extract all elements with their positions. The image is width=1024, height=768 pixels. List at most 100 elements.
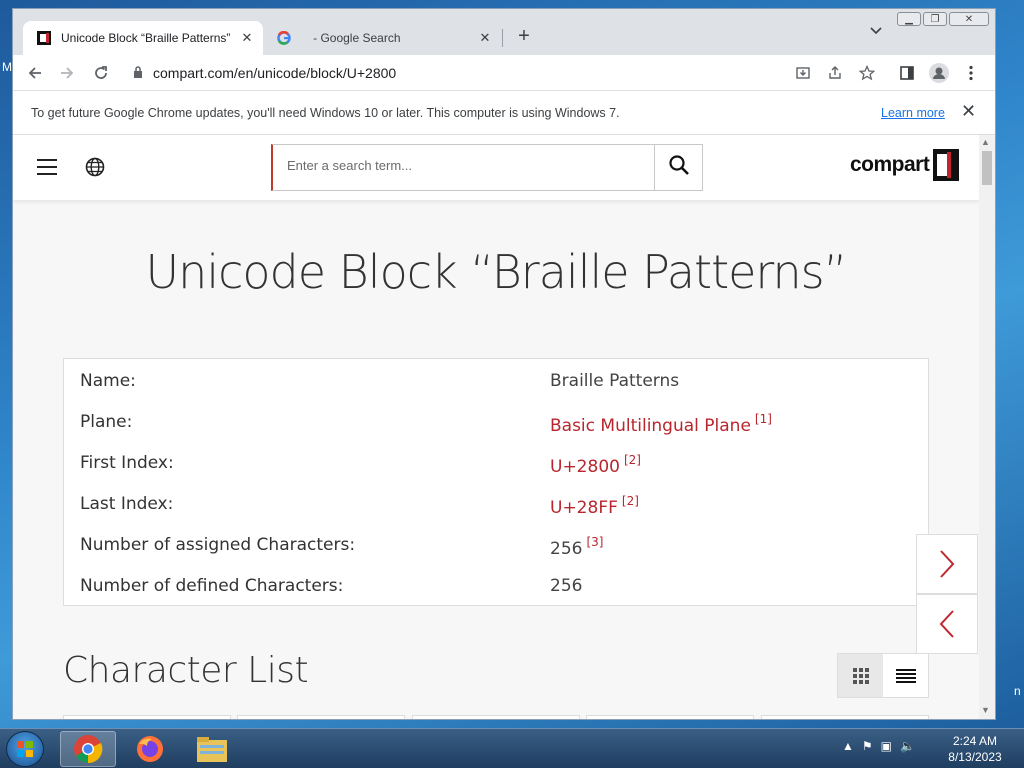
grid-view-button[interactable] [838,654,883,697]
globe-icon[interactable] [85,157,105,177]
taskbar-firefox[interactable] [122,731,178,767]
taskbar: ▲ ⚑ ▣ 🔈 2:24 AM 8/13/2023 [0,728,1024,768]
address-bar[interactable]: compart.com/en/unicode/block/U+2800 [125,59,825,87]
grid-icon [852,667,869,684]
site-search-box [271,144,703,191]
view-toggle [837,653,929,698]
search-icon [668,154,690,181]
last-index-link[interactable]: U+28FF [2] [550,494,639,534]
show-hidden-icons-icon[interactable]: ▲ [842,739,854,753]
info-key: First Index: [80,453,174,473]
chevron-left-icon [939,610,954,638]
compart-logo[interactable]: compart [850,149,960,181]
update-infobar: To get future Google Chrome updates, you… [13,91,995,135]
action-center-icon[interactable]: ⚑ [862,739,873,753]
character-card[interactable] [412,715,580,719]
list-icon [895,668,916,683]
install-app-icon[interactable] [793,63,813,83]
maximize-button[interactable]: ❐ [923,12,947,26]
character-card[interactable] [586,715,754,719]
tab-google-search[interactable]: ⠀ - Google Search ✕ [265,21,501,55]
info-value: Braille Patterns [550,371,680,391]
minimize-button[interactable]: ▁ [897,12,921,26]
scroll-down-icon[interactable]: ▼ [981,705,990,715]
footnote-ref[interactable]: [3] [586,535,603,549]
clock[interactable]: 2:24 AM 8/13/2023 [940,733,1010,765]
footnote-ref[interactable]: [2] [622,494,639,508]
info-key: Last Index: [80,494,174,514]
firefox-icon [137,736,163,762]
info-key: Number of defined Characters: [80,576,344,596]
tab-title: Unicode Block “Braille Patterns” [61,31,231,45]
info-value: 256 [550,576,583,596]
new-tab-button[interactable]: + [513,25,535,48]
character-card[interactable] [761,715,929,719]
clock-date: 8/13/2023 [948,750,1002,764]
info-row: First Index: U+2800 [2] [80,453,920,493]
lock-icon [133,65,143,81]
close-window-button[interactable]: ✕ [949,12,989,26]
taskbar-chrome[interactable] [60,731,116,767]
search-button[interactable] [654,145,702,190]
info-key: Number of assigned Characters: [80,535,356,555]
folder-icon [197,737,227,762]
side-panel-icon[interactable] [897,63,917,83]
tab-braille-patterns[interactable]: Unicode Block “Braille Patterns” ✕ [23,21,263,55]
learn-more-link[interactable]: Learn more [881,106,945,120]
tab-search-chevron-icon[interactable] [869,25,883,39]
site-header: compart [13,135,979,200]
desktop-icon-label: M [2,60,12,74]
bookmark-star-icon[interactable] [857,63,877,83]
profile-avatar-icon[interactable] [929,63,949,83]
page-title: Unicode Block “Braille Patterns” [145,245,848,299]
network-icon[interactable]: ▣ [881,739,892,753]
previous-block-button[interactable] [916,594,978,654]
infobar-close-icon[interactable]: ✕ [961,101,976,122]
compart-favicon-icon [37,31,51,45]
info-row: Number of assigned Characters: 256 [3] [80,535,920,575]
info-key: Plane: [80,412,133,432]
windows-logo-icon [17,741,33,757]
search-input[interactable] [287,158,647,173]
share-icon[interactable] [825,63,845,83]
character-list-heading: Character List [63,650,309,691]
forward-arrow-icon[interactable] [57,63,77,83]
system-tray: ▲ ⚑ ▣ 🔈 [842,739,915,753]
page-scrollbar[interactable]: ▲ ▼ [979,135,995,719]
character-card[interactable] [63,715,231,719]
tab-separator [502,29,503,47]
infobar-message: To get future Google Chrome updates, you… [31,106,620,120]
reload-icon[interactable] [91,63,111,83]
google-favicon-icon [277,31,291,45]
logo-text: compart [850,153,930,176]
url-text: compart.com/en/unicode/block/U+2800 [153,65,397,81]
desktop-icon-label: n [1014,684,1021,698]
plane-link[interactable]: Basic Multilingual Plane [1] [550,412,772,452]
tab-title: ⠀ - Google Search [301,31,401,45]
next-block-button[interactable] [916,534,978,594]
character-card[interactable] [237,715,405,719]
info-row: Number of defined Characters: 256 [80,576,920,616]
info-row: Plane: Basic Multilingual Plane [1] [80,412,920,452]
scroll-up-icon[interactable]: ▲ [981,137,990,147]
scrollbar-thumb[interactable] [982,151,992,185]
close-tab-icon[interactable]: ✕ [237,30,257,46]
chrome-icon [74,735,103,764]
footnote-ref[interactable]: [2] [624,453,641,467]
footnote-ref[interactable]: [1] [755,412,772,426]
block-info-table: Name: Braille Patterns Plane: Basic Mult… [63,358,929,606]
taskbar-explorer[interactable] [184,731,240,767]
first-index-link[interactable]: U+2800 [2] [550,453,641,493]
back-arrow-icon[interactable] [25,63,45,83]
more-menu-icon[interactable] [961,63,981,83]
info-key: Name: [80,371,136,391]
hamburger-menu-icon[interactable] [37,159,57,175]
clock-time: 2:24 AM [952,734,998,748]
close-tab-icon[interactable]: ✕ [475,30,495,46]
window-controls: ▁ ❐ ✕ [897,12,989,28]
list-view-button[interactable] [883,654,928,697]
character-grid [63,715,929,719]
tab-strip: ▁ ❐ ✕ Unicode Block “Braille Patterns” ✕… [13,9,995,55]
start-button[interactable] [6,731,44,767]
volume-icon[interactable]: 🔈 [900,739,915,753]
